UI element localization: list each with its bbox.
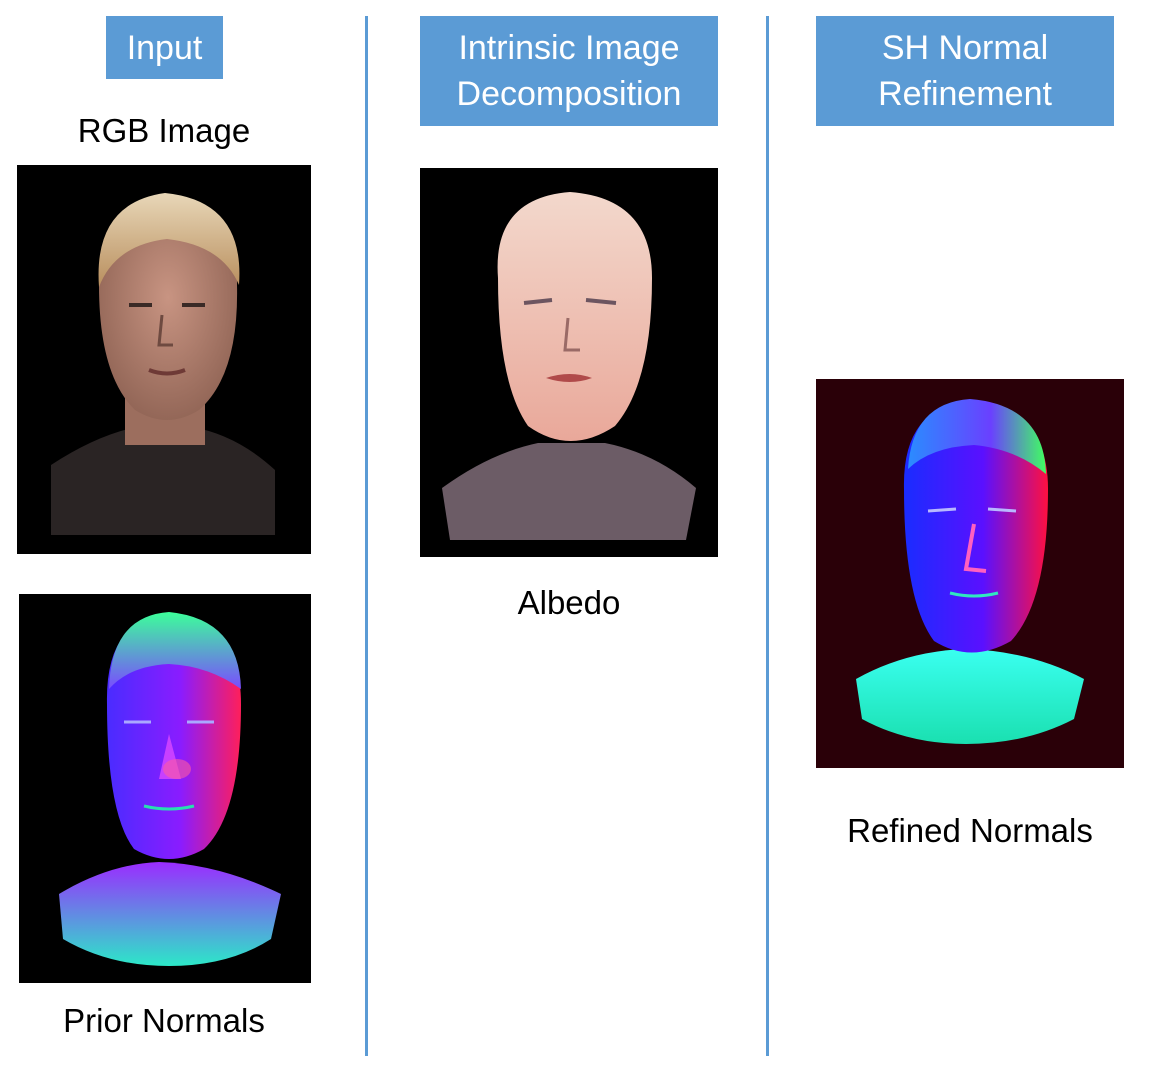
caption-rgb-image: RGB Image [77, 112, 251, 149]
prior-normals-image [59, 612, 281, 966]
albedo-panel [420, 168, 718, 557]
rgb-image-panel [17, 165, 311, 554]
prior-normals-panel [19, 594, 311, 983]
rgb-face-image [51, 193, 275, 535]
header-intrinsic-label: Intrinsic Image Decomposition [456, 29, 682, 113]
divider-right [766, 16, 769, 1056]
caption-prior-normals: Prior Normals [63, 1002, 265, 1039]
header-sh-label: SH Normal Refinement [878, 29, 1052, 113]
albedo-image [442, 192, 696, 540]
header-sh-normal-refinement: SH Normal Refinement [816, 16, 1114, 126]
refined-normals-image [856, 399, 1084, 744]
caption-albedo: Albedo [517, 584, 621, 621]
header-input-label: Input [126, 28, 203, 67]
header-input: Input [106, 16, 223, 79]
caption-refined-normals: Refined Normals [847, 812, 1093, 849]
header-intrinsic-decomposition: Intrinsic Image Decomposition [420, 16, 718, 126]
refined-normals-panel [816, 379, 1124, 768]
divider-left [365, 16, 368, 1056]
